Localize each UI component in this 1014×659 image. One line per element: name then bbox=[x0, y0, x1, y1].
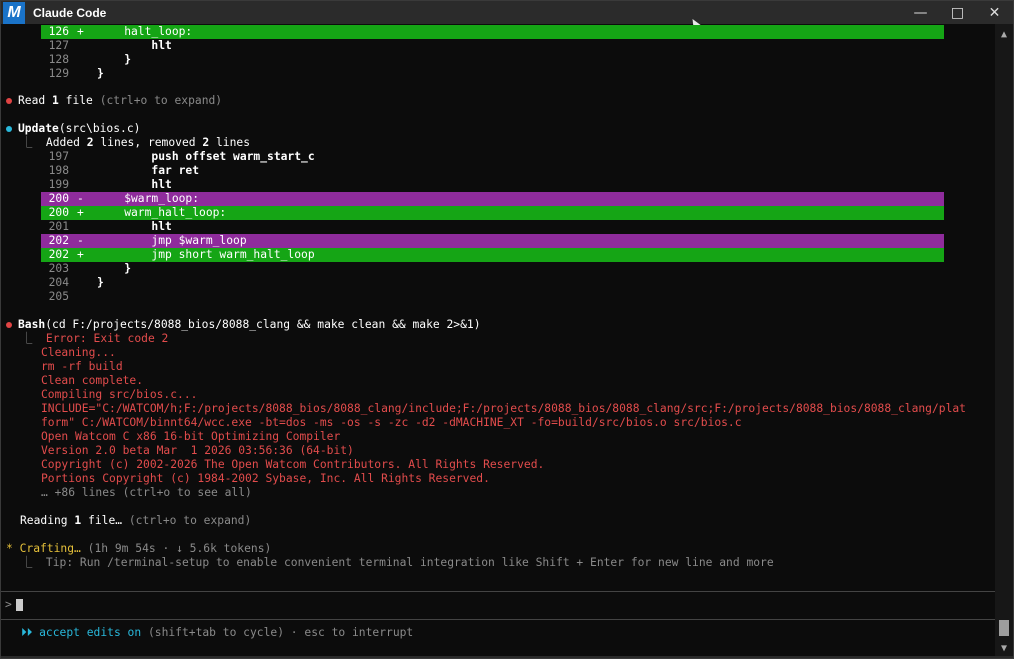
bash-output-line: Compiling src/bios.c... bbox=[41, 388, 198, 401]
accept-edits-mode[interactable]: accept edits on bbox=[39, 626, 141, 639]
bash-output-line: Version 2.0 beta Mar 1 2026 03:56:36 (64… bbox=[41, 444, 354, 457]
window-controls: — □ ✕ bbox=[902, 1, 1013, 24]
tree-elbow-icon: ⎿ bbox=[21, 332, 33, 345]
bash-output-line: Portions Copyright (c) 1984-2002 Sybase,… bbox=[41, 472, 490, 485]
diff-line: 204} bbox=[48, 276, 104, 289]
vertical-scrollbar[interactable]: ▲ ▼ bbox=[995, 24, 1013, 658]
close-icon: ✕ bbox=[988, 4, 1001, 21]
bash-output-line: Clean complete. bbox=[41, 374, 144, 387]
app-logo-icon: M bbox=[3, 1, 25, 24]
diff-line: 128 } bbox=[48, 53, 132, 66]
bash-output-line: Cleaning... bbox=[41, 346, 116, 359]
diff-line: 129} bbox=[48, 67, 104, 80]
bash-output-line: form" C:/WATCOM/binnt64/wcc.exe -bt=dos … bbox=[41, 416, 742, 429]
diff-line: 127 hlt bbox=[48, 39, 172, 52]
scroll-down-icon[interactable]: ▼ bbox=[995, 640, 1013, 656]
status-dot-icon bbox=[6, 97, 12, 104]
window-title: Claude Code bbox=[33, 5, 107, 20]
diff-line-removed: 202- jmp $warm_loop bbox=[41, 234, 944, 248]
bash-output-line: Copyright (c) 2002-2026 The Open Watcom … bbox=[41, 458, 545, 471]
spinner-star-icon: * bbox=[6, 542, 13, 555]
tree-elbow-icon: ⎿ bbox=[21, 136, 33, 149]
tip-line: ⎿ Tip: Run /terminal-setup to enable con… bbox=[21, 556, 774, 569]
terminal-output[interactable]: 126 + halt_loop: 127 hlt 128 } 129} Read … bbox=[1, 24, 995, 658]
bash-more-lines: … +86 lines (ctrl+o to see all) bbox=[41, 486, 252, 499]
diff-line: 201 hlt bbox=[48, 220, 172, 233]
input-bottom-divider bbox=[1, 619, 995, 620]
maximize-icon: □ bbox=[950, 4, 965, 21]
update-summary: ⎿ Added 2 lines, removed 2 lines bbox=[21, 136, 250, 149]
prompt-symbol: > bbox=[5, 598, 12, 611]
diff-line-added: 202 + jmp short warm_halt_loop bbox=[41, 248, 944, 262]
prompt-input[interactable]: > bbox=[5, 598, 995, 612]
diff-line: 198 far ret bbox=[48, 164, 200, 177]
status-dot-icon bbox=[6, 125, 12, 132]
terminal-window: M Claude Code — □ ✕ 126 + halt_loop: 127 … bbox=[0, 0, 1014, 659]
scroll-thumb[interactable] bbox=[999, 620, 1009, 636]
bash-output-line: INCLUDE="C:/WATCOM/h;F:/projects/8088_bi… bbox=[41, 402, 966, 415]
title-bar[interactable]: M Claude Code — □ ✕ bbox=[1, 1, 1013, 35]
reading-status: Reading 1 file… (ctrl+o to expand) bbox=[20, 514, 252, 527]
bash-output-line: rm -rf build bbox=[41, 360, 123, 373]
close-button[interactable]: ✕ bbox=[976, 1, 1013, 24]
status-dot-icon bbox=[6, 321, 12, 328]
diff-line-added: 200 + warm_halt_loop: bbox=[41, 206, 944, 220]
diff-line: 203 } bbox=[48, 262, 132, 275]
update-action-line: Update(src\bios.c) bbox=[1, 122, 995, 136]
diff-line: 197 push offset warm_start_c bbox=[48, 150, 315, 163]
minimize-icon: — bbox=[913, 4, 928, 21]
scroll-up-icon[interactable]: ▲ bbox=[995, 26, 1013, 42]
mode-arrows-icon: ⏵⏵ bbox=[21, 626, 33, 639]
crafting-status: * Crafting… (1h 9m 54s · ↓ 5.6k tokens) bbox=[6, 542, 272, 555]
maximize-button[interactable]: □ bbox=[939, 1, 976, 24]
diff-line: 199 hlt bbox=[48, 178, 172, 191]
mode-footer: ⏵⏵ accept edits on (shift+tab to cycle) … bbox=[21, 626, 414, 639]
bash-output-line: ⎿ Error: Exit code 2 bbox=[21, 332, 169, 345]
text-cursor bbox=[15, 599, 23, 611]
bash-output-line: Open Watcom C x86 16-bit Optimizing Comp… bbox=[41, 430, 341, 443]
input-top-divider bbox=[1, 591, 995, 592]
read-action-line: Read 1 file (ctrl+o to expand) bbox=[1, 94, 995, 108]
minimize-button[interactable]: — bbox=[902, 1, 939, 24]
diff-line: 205 bbox=[48, 290, 69, 303]
tree-elbow-icon: ⎿ bbox=[21, 556, 33, 569]
diff-line-removed: 200- $warm_loop: bbox=[41, 192, 944, 206]
diff-line-added: 126 + halt_loop: bbox=[41, 25, 944, 39]
bash-action-line: Bash(cd F:/projects/8088_bios/8088_clang… bbox=[1, 318, 995, 332]
